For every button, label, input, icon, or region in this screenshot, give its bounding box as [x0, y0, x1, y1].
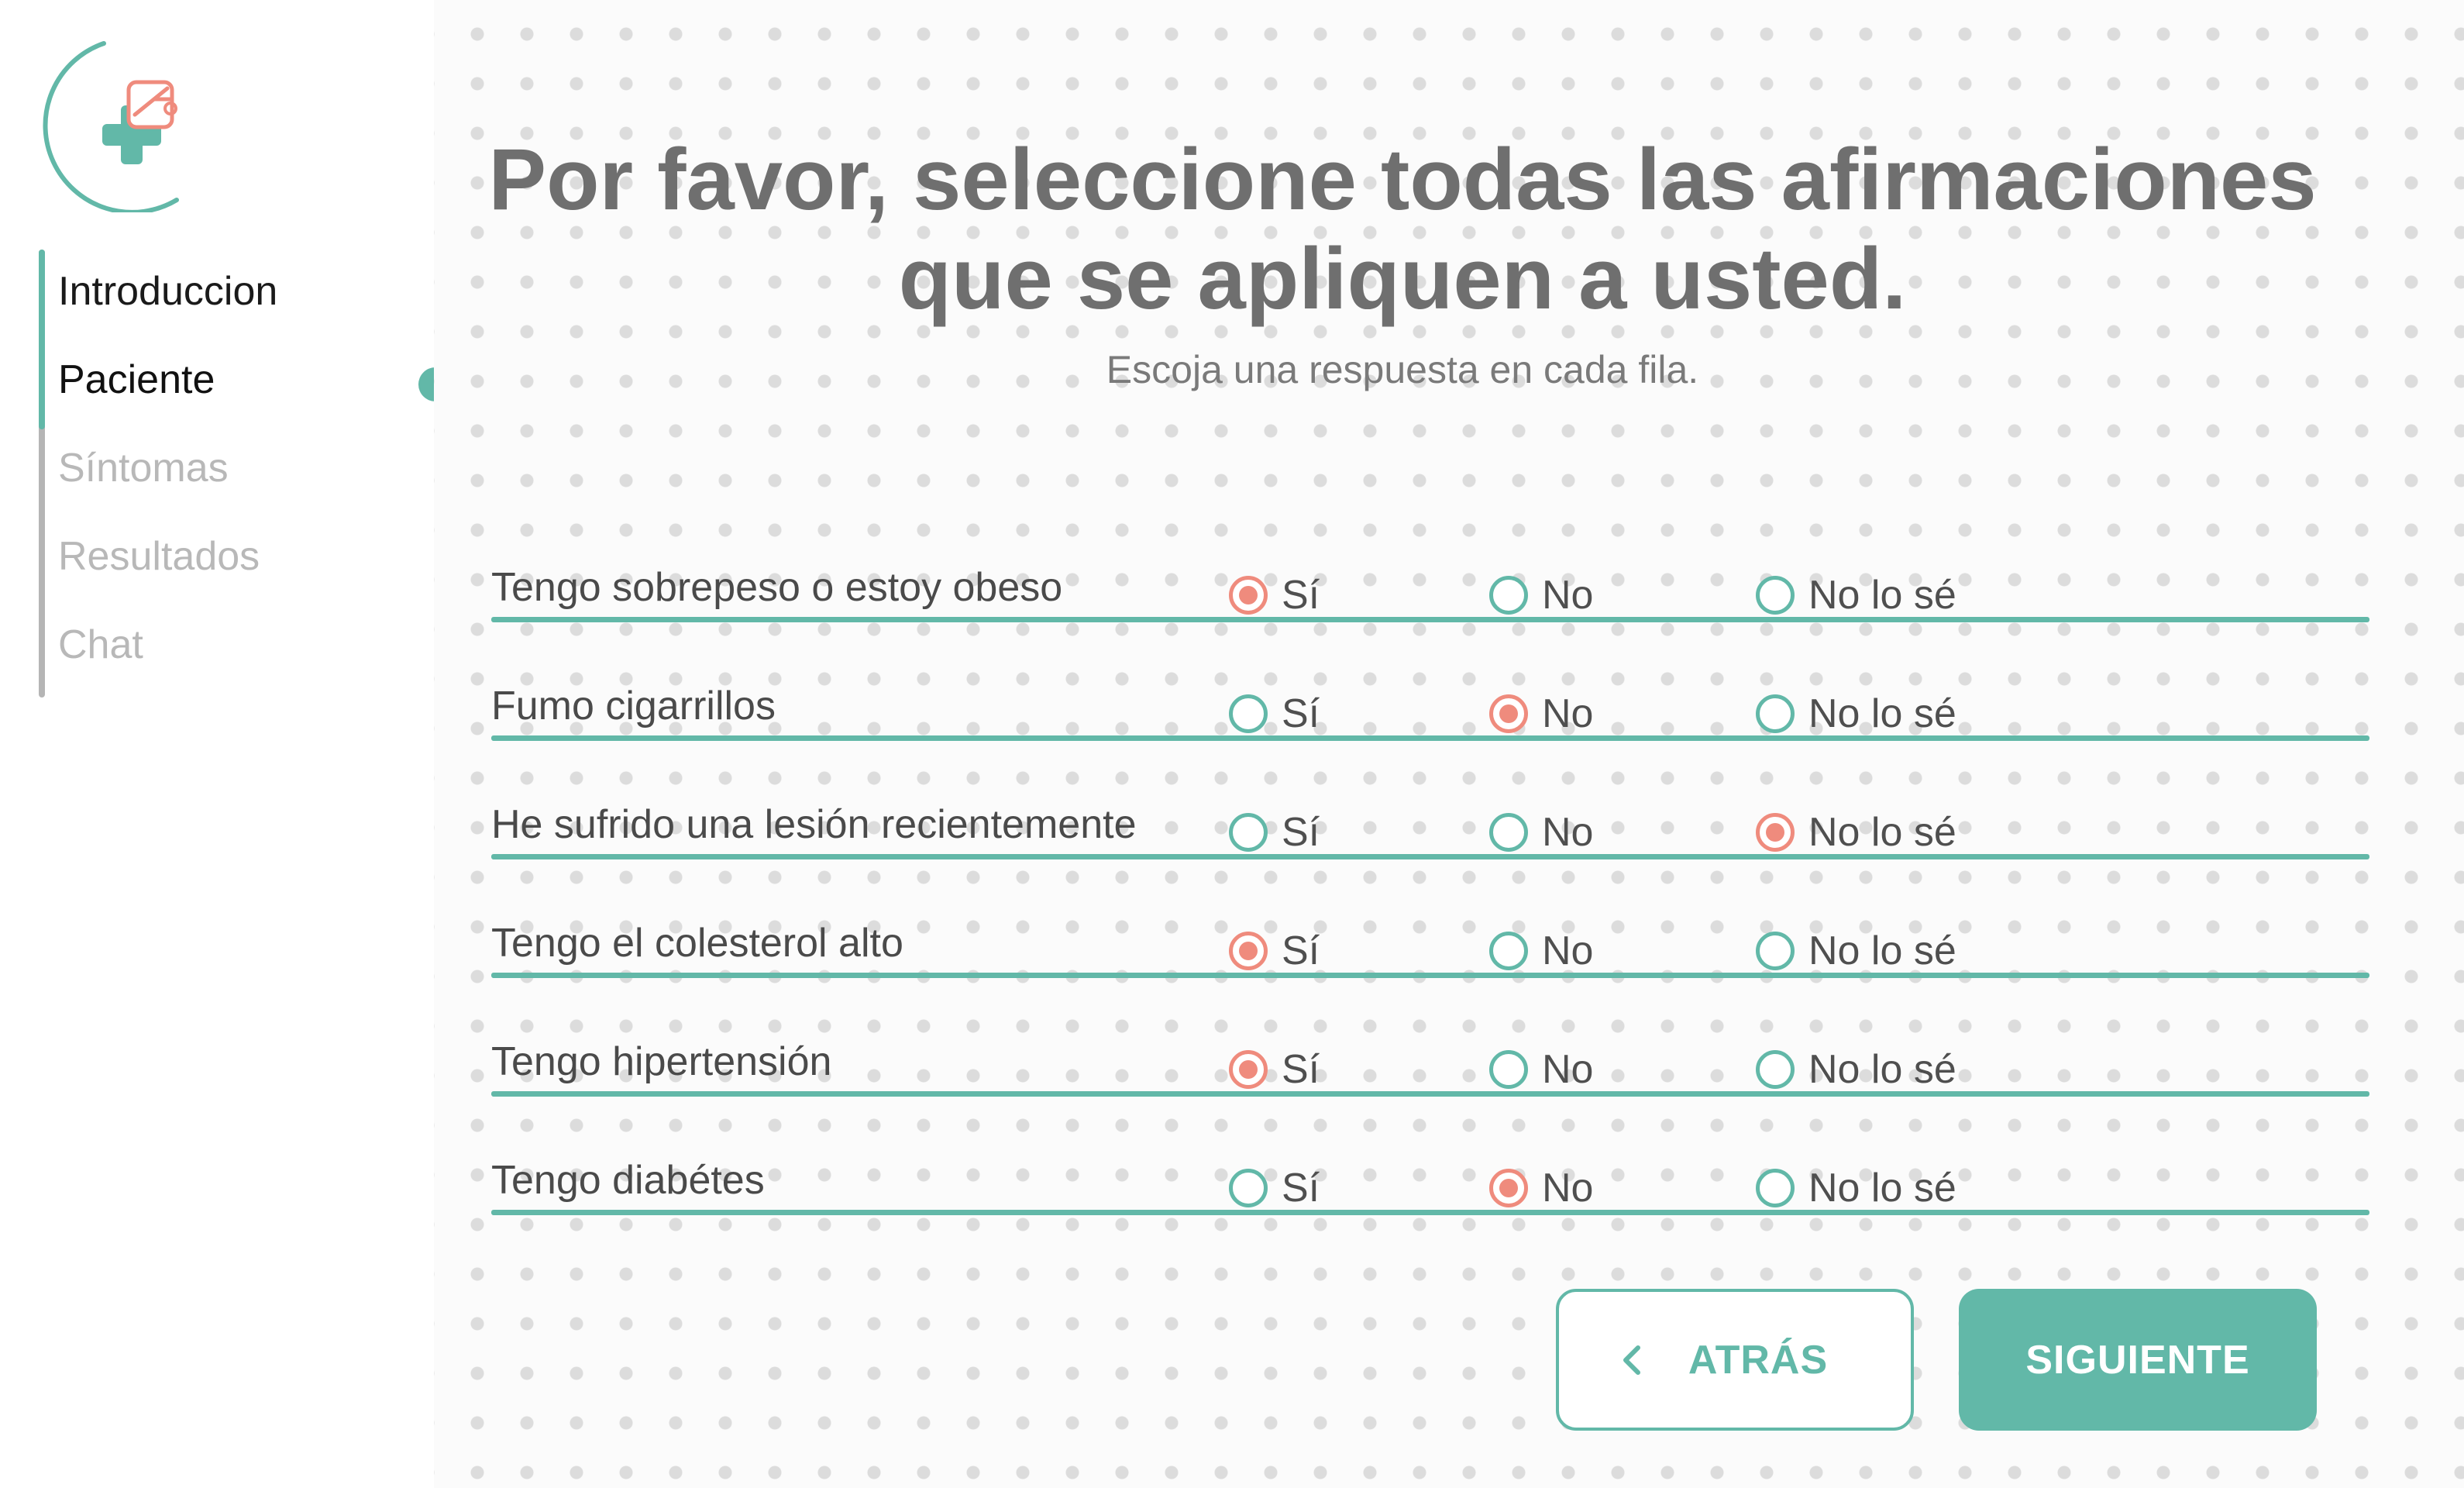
nav-progress-fill	[39, 250, 45, 429]
radio-option-label: No	[1542, 928, 1594, 973]
radio-button[interactable]	[1756, 576, 1795, 615]
back-button-label: ATRÁS	[1688, 1337, 1829, 1383]
row-divider	[491, 1210, 2369, 1215]
sidebar: Introduccion Paciente Síntomas Resultado…	[0, 0, 449, 1488]
radio-option-no[interactable]: No	[1489, 928, 1593, 974]
radio-option-no-lo-se[interactable]: No lo sé	[1756, 928, 1956, 974]
nav-item-resultados[interactable]: Resultados	[58, 533, 260, 580]
radio-option-no-lo-se[interactable]: No lo sé	[1756, 1046, 1956, 1093]
question-row: Tengo el colesterol alto Sí No No lo sé	[491, 892, 2369, 1012]
row-divider	[491, 854, 2369, 859]
question-label: Fumo cigarrillos	[491, 684, 776, 728]
row-divider	[491, 973, 2369, 978]
radio-option-no-lo-se[interactable]: No lo sé	[1756, 691, 1956, 737]
radio-option-label: No	[1542, 1047, 1594, 1092]
nav-item-introduccion[interactable]: Introduccion	[58, 268, 277, 315]
radio-option-label: No	[1542, 691, 1594, 736]
radio-button[interactable]	[1489, 576, 1528, 615]
radio-option-label: Sí	[1282, 573, 1320, 618]
radio-option-si[interactable]: Sí	[1229, 928, 1320, 974]
questionnaire-panel: Por favor, seleccione todas las afirmaci…	[434, 0, 2464, 1488]
radio-button[interactable]	[1756, 1050, 1795, 1089]
radio-button[interactable]	[1756, 932, 1795, 970]
nav-item-paciente[interactable]: Paciente	[58, 356, 215, 403]
page-subtitle: Escoja una respuesta en cada fila.	[1106, 348, 1699, 391]
radio-option-label: No lo sé	[1808, 810, 1956, 855]
radio-option-no[interactable]: No	[1489, 572, 1593, 618]
question-row: Fumo cigarrillos Sí No No lo sé	[491, 655, 2369, 775]
radio-button[interactable]	[1489, 1169, 1528, 1207]
row-divider	[491, 1091, 2369, 1097]
radio-button[interactable]	[1756, 1169, 1795, 1207]
radio-option-label: Sí	[1282, 1166, 1320, 1211]
question-row: He sufrido una lesión recientemente Sí No N…	[491, 773, 2369, 894]
nav-item-sintomas[interactable]: Síntomas	[58, 445, 229, 491]
next-button[interactable]: SIGUIENTE	[1959, 1289, 2317, 1431]
radio-option-si[interactable]: Sí	[1229, 1165, 1320, 1211]
radio-button[interactable]	[1489, 1050, 1528, 1089]
radio-button[interactable]	[1229, 932, 1268, 970]
radio-button[interactable]	[1229, 1169, 1268, 1207]
app-logo	[37, 34, 192, 215]
row-divider	[491, 617, 2369, 622]
radio-button[interactable]	[1489, 813, 1528, 852]
radio-option-label: Sí	[1282, 810, 1320, 855]
next-button-label: SIGUIENTE	[2025, 1337, 2250, 1383]
question-row: Tengo sobrepeso o estoy obeso Sí No No lo s…	[491, 536, 2369, 656]
question-label: Tengo sobrepeso o estoy obeso	[491, 565, 1063, 610]
chevron-left-icon	[1623, 1345, 1640, 1375]
page-title: Por favor, seleccione todas las afirmaci…	[488, 131, 2317, 327]
question-label: Tengo diabétes	[491, 1158, 765, 1203]
question-row: Tengo diabétes Sí No No lo sé	[491, 1129, 2369, 1249]
radio-option-no-lo-se[interactable]: No lo sé	[1756, 809, 1956, 856]
radio-option-no[interactable]: No	[1489, 1165, 1593, 1211]
radio-option-no-lo-se[interactable]: No lo sé	[1756, 1165, 1956, 1211]
radio-option-label: No lo sé	[1808, 1047, 1956, 1092]
back-button[interactable]: ATRÁS	[1556, 1289, 1914, 1431]
radio-button[interactable]	[1229, 1050, 1268, 1089]
radio-option-label: No	[1542, 573, 1594, 618]
radio-option-si[interactable]: Sí	[1229, 1046, 1320, 1093]
radio-button[interactable]	[1229, 813, 1268, 852]
radio-button[interactable]	[1229, 576, 1268, 615]
radio-option-label: No lo sé	[1808, 928, 1956, 973]
radio-button[interactable]	[1489, 694, 1528, 733]
radio-option-no[interactable]: No	[1489, 809, 1593, 856]
row-divider	[491, 735, 2369, 741]
radio-option-si[interactable]: Sí	[1229, 809, 1320, 856]
radio-option-no[interactable]: No	[1489, 691, 1593, 737]
radio-option-label: No lo sé	[1808, 573, 1956, 618]
question-label: Tengo el colesterol alto	[491, 921, 903, 966]
radio-button[interactable]	[1756, 694, 1795, 733]
radio-option-label: No lo sé	[1808, 1166, 1956, 1211]
radio-option-si[interactable]: Sí	[1229, 572, 1320, 618]
radio-option-no-lo-se[interactable]: No lo sé	[1756, 572, 1956, 618]
nav-item-chat[interactable]: Chat	[58, 622, 143, 668]
radio-button[interactable]	[1489, 932, 1528, 970]
radio-option-label: Sí	[1282, 1047, 1320, 1092]
question-label: He sufrido una lesión recientemente	[491, 802, 1137, 847]
radio-option-label: No lo sé	[1808, 691, 1956, 736]
radio-option-label: No	[1542, 810, 1594, 855]
radio-option-label: Sí	[1282, 691, 1320, 736]
radio-option-label: Sí	[1282, 928, 1320, 973]
radio-option-no[interactable]: No	[1489, 1046, 1593, 1093]
radio-option-si[interactable]: Sí	[1229, 691, 1320, 737]
question-label: Tengo hipertensión	[491, 1039, 832, 1084]
question-row: Tengo hipertensión Sí No No lo sé	[491, 1011, 2369, 1131]
radio-button[interactable]	[1229, 694, 1268, 733]
radio-button[interactable]	[1756, 813, 1795, 852]
radio-option-label: No	[1542, 1166, 1594, 1211]
